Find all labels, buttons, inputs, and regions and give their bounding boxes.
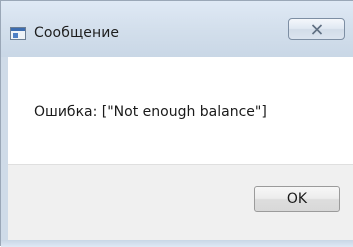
button-area: OK (8, 164, 353, 241)
close-button[interactable] (288, 18, 345, 40)
error-message: Ошибка: ["Not enough balance"] (34, 104, 267, 120)
window-icon (10, 27, 26, 40)
close-icon (311, 24, 323, 35)
dialog-content: Ошибка: ["Not enough balance"] OK (8, 57, 353, 241)
ok-button[interactable]: OK (254, 186, 340, 212)
title-bar[interactable]: Сообщение (1, 1, 353, 57)
message-dialog: Сообщение Ошибка: ["Not enough balance"]… (0, 0, 353, 247)
window-title: Сообщение (34, 25, 120, 41)
